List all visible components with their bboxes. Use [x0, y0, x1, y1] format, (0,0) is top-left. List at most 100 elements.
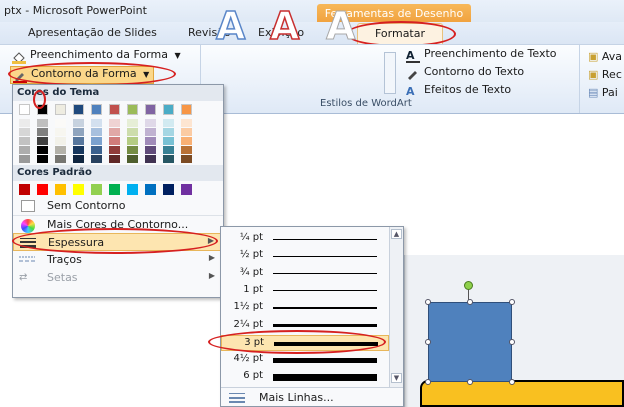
- theme-color-swatch[interactable]: [163, 104, 174, 115]
- theme-color-shade[interactable]: [73, 146, 84, 154]
- no-outline-item[interactable]: Sem Contorno: [13, 197, 223, 215]
- theme-color-swatch[interactable]: [73, 104, 84, 115]
- theme-color-shade[interactable]: [109, 137, 120, 145]
- standard-color-swatch[interactable]: [181, 184, 192, 195]
- theme-color-shade[interactable]: [181, 155, 192, 163]
- theme-color-shade[interactable]: [127, 146, 138, 154]
- theme-color-shade[interactable]: [163, 137, 174, 145]
- text-effects-button[interactable]: A Efeitos de Texto: [404, 83, 576, 101]
- bring-forward-item[interactable]: ▣ Ava: [588, 48, 622, 66]
- theme-color-shade[interactable]: [19, 128, 30, 136]
- weight-option[interactable]: ¾ pt: [221, 266, 389, 282]
- rotation-handle[interactable]: [464, 281, 473, 290]
- scroll-up-button[interactable]: ▲: [391, 229, 402, 239]
- theme-color-shade[interactable]: [91, 146, 102, 154]
- standard-color-swatch[interactable]: [73, 184, 84, 195]
- theme-color-shade[interactable]: [91, 137, 102, 145]
- theme-color-shade[interactable]: [73, 128, 84, 136]
- theme-color-shade[interactable]: [145, 146, 156, 154]
- gallery-scroll[interactable]: [384, 52, 396, 94]
- theme-color-shade[interactable]: [19, 146, 30, 154]
- theme-color-shade[interactable]: [55, 119, 66, 127]
- theme-color-shade[interactable]: [145, 137, 156, 145]
- text-fill-button[interactable]: A Preenchimento de Texto: [404, 47, 576, 65]
- resize-handle[interactable]: [425, 379, 431, 385]
- selection-pane-item[interactable]: ▤ Pai: [588, 84, 622, 102]
- theme-color-shade[interactable]: [145, 119, 156, 127]
- theme-color-shade[interactable]: [37, 155, 48, 163]
- theme-color-shade[interactable]: [145, 155, 156, 163]
- weight-scrollbar[interactable]: ▲ ▼: [389, 227, 403, 387]
- theme-color-shade[interactable]: [145, 128, 156, 136]
- send-backward-item[interactable]: ▣ Rec: [588, 66, 622, 84]
- arrows-item[interactable]: ⇄ Setas ▶: [13, 269, 223, 287]
- theme-color-shade[interactable]: [181, 119, 192, 127]
- theme-color-shade[interactable]: [109, 119, 120, 127]
- theme-color-shade[interactable]: [127, 128, 138, 136]
- resize-handle[interactable]: [467, 299, 473, 305]
- wordart-style-3[interactable]: A: [325, 6, 355, 47]
- text-outline-button[interactable]: Contorno do Texto: [404, 65, 576, 83]
- theme-color-shade[interactable]: [127, 137, 138, 145]
- weight-option[interactable]: 1 pt: [221, 283, 389, 299]
- theme-color-swatch[interactable]: [145, 104, 156, 115]
- resize-handle[interactable]: [425, 339, 431, 345]
- theme-color-shade[interactable]: [91, 119, 102, 127]
- theme-color-shade[interactable]: [127, 119, 138, 127]
- theme-color-shade[interactable]: [109, 155, 120, 163]
- weight-option[interactable]: ¼ pt: [221, 231, 389, 247]
- standard-color-swatch[interactable]: [163, 184, 174, 195]
- weight-option[interactable]: 4½ pt: [221, 352, 389, 368]
- standard-color-swatch[interactable]: [91, 184, 102, 195]
- theme-color-shade[interactable]: [91, 155, 102, 163]
- theme-color-swatch[interactable]: [127, 104, 138, 115]
- standard-color-swatch[interactable]: [19, 184, 30, 195]
- theme-color-shade[interactable]: [91, 128, 102, 136]
- blue-rectangle-shape[interactable]: [428, 302, 512, 382]
- more-lines-item[interactable]: Mais Linhas...: [221, 389, 403, 407]
- standard-color-swatch[interactable]: [127, 184, 138, 195]
- theme-color-shade[interactable]: [55, 128, 66, 136]
- theme-color-shade[interactable]: [37, 137, 48, 145]
- resize-handle[interactable]: [425, 299, 431, 305]
- theme-color-shade[interactable]: [163, 119, 174, 127]
- theme-color-shade[interactable]: [73, 119, 84, 127]
- standard-color-swatch[interactable]: [37, 184, 48, 195]
- theme-color-shade[interactable]: [73, 155, 84, 163]
- scroll-down-button[interactable]: ▼: [391, 373, 402, 383]
- theme-color-shade[interactable]: [163, 146, 174, 154]
- theme-color-shade[interactable]: [109, 146, 120, 154]
- tab-slideshow[interactable]: Apresentação de Slides: [28, 26, 157, 39]
- theme-color-swatch[interactable]: [19, 104, 30, 115]
- theme-color-shade[interactable]: [181, 137, 192, 145]
- theme-color-swatch[interactable]: [181, 104, 192, 115]
- theme-color-shade[interactable]: [73, 137, 84, 145]
- theme-color-shade[interactable]: [19, 137, 30, 145]
- weight-option[interactable]: 1½ pt: [221, 300, 389, 316]
- standard-color-swatch[interactable]: [55, 184, 66, 195]
- theme-color-shade[interactable]: [55, 155, 66, 163]
- theme-color-swatch[interactable]: [109, 104, 120, 115]
- theme-color-shade[interactable]: [55, 137, 66, 145]
- theme-color-shade[interactable]: [37, 119, 48, 127]
- resize-handle[interactable]: [467, 379, 473, 385]
- theme-color-shade[interactable]: [37, 146, 48, 154]
- theme-color-shade[interactable]: [181, 128, 192, 136]
- resize-handle[interactable]: [509, 299, 515, 305]
- theme-color-shade[interactable]: [163, 155, 174, 163]
- theme-color-shade[interactable]: [19, 155, 30, 163]
- theme-color-swatch[interactable]: [55, 104, 66, 115]
- theme-color-shade[interactable]: [37, 128, 48, 136]
- weight-option[interactable]: 6 pt: [221, 369, 389, 385]
- resize-handle[interactable]: [509, 379, 515, 385]
- wordart-style-2[interactable]: A: [269, 5, 300, 47]
- standard-color-swatch[interactable]: [145, 184, 156, 195]
- theme-color-shade[interactable]: [55, 146, 66, 154]
- theme-color-shade[interactable]: [109, 128, 120, 136]
- theme-color-shade[interactable]: [181, 146, 192, 154]
- theme-color-shade[interactable]: [19, 119, 30, 127]
- theme-color-shade[interactable]: [163, 128, 174, 136]
- yellow-shape[interactable]: [420, 380, 624, 407]
- theme-color-shade[interactable]: [127, 155, 138, 163]
- resize-handle[interactable]: [509, 339, 515, 345]
